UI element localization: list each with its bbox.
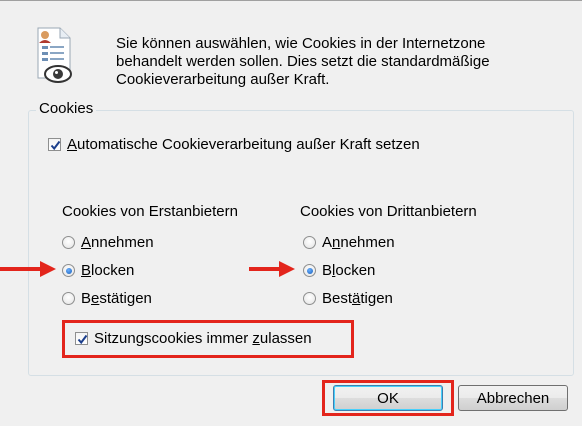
radio-circle[interactable]: [62, 236, 75, 249]
third-party-prompt-radio[interactable]: Bestätigen: [303, 290, 393, 307]
override-checkbox[interactable]: [48, 138, 61, 151]
session-checkbox[interactable]: [75, 332, 88, 345]
first-party-block-radio[interactable]: Blocken: [62, 262, 134, 279]
radio-label: Blocken: [81, 262, 135, 279]
first-party-heading: Cookies von Erstanbietern: [62, 203, 238, 220]
radio-label: Bestätigen: [322, 290, 393, 307]
radio-circle[interactable]: [303, 264, 316, 277]
cookies-group-label: Cookies: [36, 100, 97, 118]
session-checkbox-label: Sitzungscookies immer zulassen: [94, 330, 312, 347]
radio-label: Annehmen: [81, 234, 154, 251]
description-line: Cookieverarbeitung außer Kraft.: [116, 71, 330, 88]
annotation-arrow-left: [0, 261, 56, 277]
radio-circle[interactable]: [62, 292, 75, 305]
third-party-block-radio[interactable]: Blocken: [303, 262, 375, 279]
radio-circle[interactable]: [303, 236, 316, 249]
session-checkbox-row[interactable]: Sitzungscookies immer zulassen: [75, 330, 312, 347]
description-line: Sie können auswählen, wie Cookies in der…: [116, 35, 486, 52]
radio-circle[interactable]: [303, 292, 316, 305]
top-separator: [0, 0, 582, 1]
cancel-button[interactable]: Abbrechen: [458, 385, 568, 411]
first-party-prompt-radio[interactable]: Bestätigen: [62, 290, 152, 307]
annotation-arrow-right: [249, 261, 295, 277]
radio-label: Bestätigen: [81, 290, 152, 307]
description-line: behandelt werden sollen. Dies setzt die …: [116, 53, 490, 70]
radio-label: Annehmen: [322, 234, 395, 251]
radio-circle[interactable]: [62, 264, 75, 277]
third-party-accept-radio[interactable]: Annehmen: [303, 234, 395, 251]
override-checkbox-row[interactable]: Automatische Cookieverarbeitung außer Kr…: [48, 136, 420, 153]
privacy-eye-icon: [30, 26, 76, 88]
radio-label: Blocken: [322, 262, 376, 279]
third-party-heading: Cookies von Drittanbietern: [300, 203, 477, 220]
first-party-accept-radio[interactable]: Annehmen: [62, 234, 154, 251]
description-text: Sie können auswählen, wie Cookies in der…: [116, 35, 556, 89]
override-checkbox-label: Automatische Cookieverarbeitung außer Kr…: [67, 136, 420, 153]
ok-button[interactable]: OK: [333, 385, 443, 411]
